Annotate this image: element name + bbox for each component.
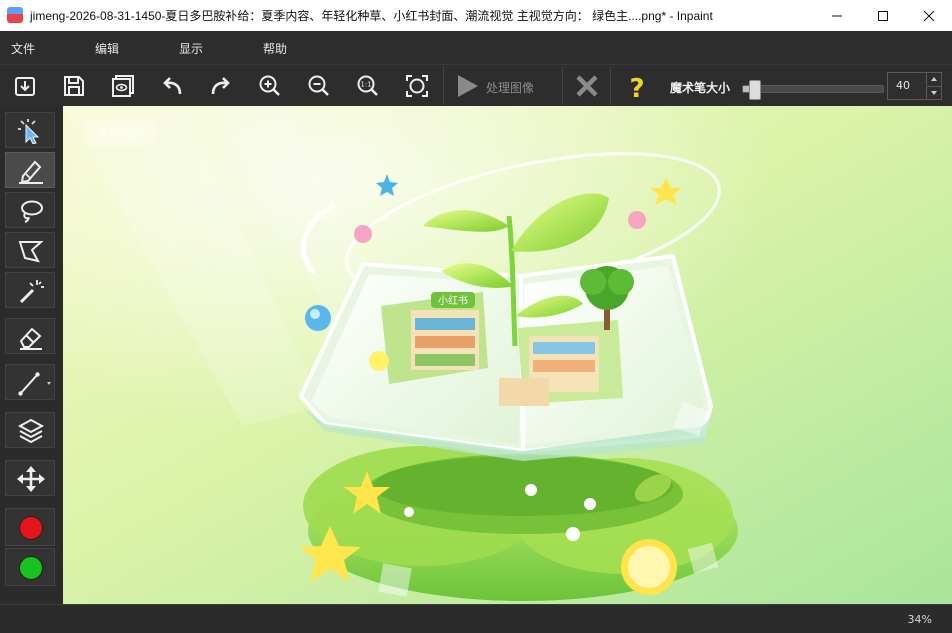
donor-color-swatch[interactable]	[5, 548, 55, 586]
spin-down-arrow-icon[interactable]	[926, 86, 941, 99]
menu-file[interactable]: 文件	[11, 40, 35, 57]
canvas-badge-text: 小红书	[438, 294, 468, 307]
save-button[interactable]	[57, 69, 91, 103]
spin-up-arrow-icon[interactable]	[926, 73, 941, 85]
tool-magic-wand[interactable]	[5, 272, 55, 308]
toolbar-divider	[610, 67, 611, 105]
help-question-icon: ?	[629, 74, 644, 100]
undo-button[interactable]	[155, 69, 189, 103]
maximize-icon	[878, 11, 888, 21]
save-icon	[64, 76, 84, 96]
mask-color-swatch[interactable]	[5, 508, 55, 546]
toolbar-divider	[562, 67, 563, 105]
menu-bar: 文件 编辑 显示 帮助	[0, 31, 952, 64]
close-button[interactable]	[906, 0, 952, 31]
lasso-icon	[21, 200, 43, 223]
tool-polygon-lasso[interactable]	[5, 232, 55, 268]
toolbar: 1:1 处理图像 ? 魔术笔大小 40	[0, 64, 952, 106]
zoom-level: 34%	[907, 613, 932, 626]
toolbar-divider	[443, 67, 444, 105]
cursor-select-icon	[18, 119, 40, 144]
open-file-icon	[15, 77, 35, 96]
move-arrows-icon	[17, 466, 45, 492]
clear-x-icon	[576, 75, 598, 97]
eraser-icon	[19, 327, 42, 350]
tool-eraser[interactable]	[5, 318, 55, 354]
brush-size-label: 魔术笔大小	[670, 81, 731, 95]
maximize-button[interactable]	[860, 0, 906, 31]
minimize-icon	[832, 15, 842, 17]
svg-text:1:1: 1:1	[360, 81, 371, 89]
actual-size-icon: 1:1	[357, 75, 378, 96]
mask-color-dot	[19, 516, 43, 540]
tool-move[interactable]	[5, 460, 55, 496]
menu-help[interactable]: 帮助	[263, 40, 287, 57]
minimize-button[interactable]	[814, 0, 860, 31]
process-image-button[interactable]: 处理图像	[448, 69, 560, 103]
open-button[interactable]	[8, 69, 42, 103]
zoom-in-button[interactable]	[253, 69, 287, 103]
brush-size-slider[interactable]	[742, 80, 884, 100]
tool-marker[interactable]	[5, 152, 55, 188]
close-icon	[923, 10, 935, 22]
actual-size-button[interactable]: 1:1	[351, 69, 385, 103]
redo-icon	[211, 77, 230, 95]
tool-layers[interactable]	[5, 412, 55, 448]
tool-select[interactable]	[5, 112, 55, 148]
donor-color-dot	[19, 556, 43, 580]
brush-size-slider-thumb[interactable]	[749, 80, 762, 100]
process-image-label: 处理图像	[486, 81, 535, 95]
brush-size-spinbox[interactable]: 40	[887, 72, 942, 100]
brush-size-value: 40	[896, 79, 910, 92]
zoom-out-icon	[308, 75, 329, 96]
menu-view[interactable]: 显示	[179, 40, 203, 57]
status-bar: 34%	[0, 604, 952, 633]
svg-text:?: ?	[629, 74, 644, 100]
clear-mask-button[interactable]	[570, 69, 604, 103]
line-icon	[18, 372, 51, 396]
tool-line[interactable]	[5, 364, 55, 400]
zoom-in-icon	[259, 75, 280, 96]
menu-edit[interactable]: 编辑	[95, 40, 119, 57]
redo-button[interactable]	[204, 69, 238, 103]
undo-icon	[163, 77, 182, 95]
play-icon	[458, 75, 478, 97]
zoom-out-button[interactable]	[302, 69, 336, 103]
layers-icon	[17, 418, 45, 444]
window-title: jimeng-2026-08-31-1450-夏日多巴胺补给：夏季内容、年轻化种…	[30, 9, 713, 23]
marker-icon	[19, 160, 43, 184]
preview-icon	[112, 75, 134, 97]
watermark-text: AI生成	[99, 127, 141, 143]
polygon-lasso-icon	[18, 241, 44, 263]
help-button[interactable]: ?	[620, 69, 654, 103]
title-bar: jimeng-2026-08-31-1450-夏日多巴胺补给：夏季内容、年轻化种…	[0, 0, 952, 31]
fit-window-button[interactable]	[400, 69, 434, 103]
tool-lasso[interactable]	[5, 192, 55, 228]
fit-window-icon	[406, 75, 428, 97]
image-canvas[interactable]: AI生成 小红书	[63, 106, 952, 604]
canvas-image: AI生成 小红书	[63, 106, 952, 604]
app-icon	[7, 7, 23, 23]
tool-panel	[0, 106, 62, 604]
magic-wand-icon	[19, 280, 44, 304]
preview-button[interactable]	[106, 69, 140, 103]
